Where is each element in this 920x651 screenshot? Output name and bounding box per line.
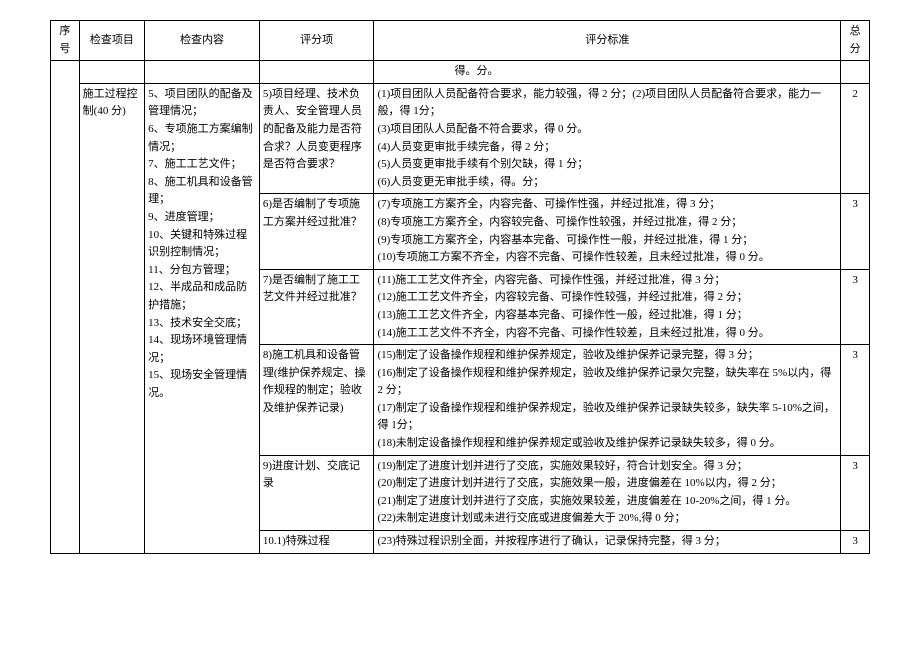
cell-seq: [51, 61, 80, 553]
header-criteria: 评分标准: [374, 21, 841, 61]
header-seq: 序号: [51, 21, 80, 61]
cell-score-10: 3: [841, 531, 870, 554]
cell-item-7: 7)是否编制了施工工艺文件并经过批准？: [259, 269, 374, 344]
cell-item-9: 9)进度计划、交底记录: [259, 455, 374, 530]
cell-score-6: 3: [841, 194, 870, 269]
partial-top-row: 得。分。: [51, 61, 870, 84]
header-content: 检查内容: [145, 21, 260, 61]
header-row: 序号 检查项目 检查内容 评分项 评分标准 总分: [51, 21, 870, 61]
cell-criteria-7: (11)施工工艺文件齐全，内容完备、可操作性强，并经过批准，得 3 分； (12…: [374, 269, 841, 344]
cell-criteria-8: (15)制定了设备操作规程和维护保养规定，验收及维护保养记录完整，得 3 分； …: [374, 345, 841, 456]
cell-item-10: 10.1)特殊过程: [259, 531, 374, 554]
evaluation-table: 序号 检查项目 检查内容 评分项 评分标准 总分 得。分。 施工过程控制(40 …: [50, 20, 870, 554]
cell-item-8: 8)施工机具和设备管理(维护保养规定、操作规程的制定；验收及维护保养记录): [259, 345, 374, 456]
top-criteria-text: 得。分。: [454, 65, 498, 77]
cell-criteria-6: (7)专项施工方案齐全，内容完备、可操作性强，并经过批准，得 3 分； (8)专…: [374, 194, 841, 269]
cell-item-empty: [259, 61, 374, 84]
cell-project-empty: [79, 61, 145, 84]
cell-project: 施工过程控制(40 分): [79, 83, 145, 553]
cell-top-criteria: 得。分。: [374, 61, 841, 84]
cell-content-empty: [145, 61, 260, 84]
cell-score-9: 3: [841, 455, 870, 530]
cell-score-8: 3: [841, 345, 870, 456]
cell-item-5: 5)项目经理、技术负责人、安全管理人员的配备及能力是否符合求？人员变更程序是否符…: [259, 83, 374, 194]
header-project: 检查项目: [79, 21, 145, 61]
cell-criteria-10: (23)特殊过程识别全面，并按程序进行了确认，记录保持完整，得 3 分；: [374, 531, 841, 554]
cell-criteria-5: (1)项目团队人员配备符合要求，能力较强，得 2 分；(2)项目团队人员配备符合…: [374, 83, 841, 194]
cell-item-6: 6)是否编制了专项施工方案并经过批准？: [259, 194, 374, 269]
cell-score-7: 3: [841, 269, 870, 344]
header-item: 评分项: [259, 21, 374, 61]
header-total: 总分: [841, 21, 870, 61]
cell-top-score: [841, 61, 870, 84]
cell-content: 5、项目团队的配备及管理情况； 6、专项施工方案编制情况； 7、施工工艺文件； …: [145, 83, 260, 553]
cell-score-5: 2: [841, 83, 870, 194]
table-row: 施工过程控制(40 分) 5、项目团队的配备及管理情况； 6、专项施工方案编制情…: [51, 83, 870, 194]
cell-criteria-9: (19)制定了进度计划并进行了交底，实施效果较好，符合计划安全。得 3 分； (…: [374, 455, 841, 530]
